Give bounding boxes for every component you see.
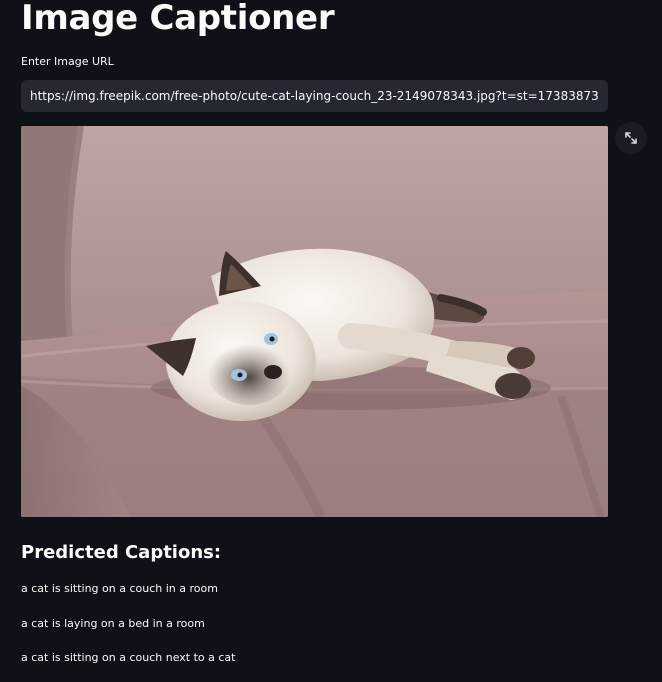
fullscreen-expand-icon	[625, 132, 637, 144]
image-url-input[interactable]	[21, 80, 608, 112]
caption-item: a cat is laying on a bed in a room	[21, 617, 205, 630]
url-field-label: Enter Image URL	[21, 55, 114, 68]
page-title: Image Captioner	[21, 0, 335, 38]
fullscreen-button[interactable]	[615, 122, 647, 154]
caption-item: a cat is sitting on a couch in a room	[21, 582, 218, 595]
cat-photo	[21, 126, 608, 517]
captions-heading: Predicted Captions:	[21, 542, 222, 563]
caption-item: a cat is sitting on a couch next to a ca…	[21, 651, 236, 664]
app-page: Image Captioner Enter Image URL https://…	[0, 0, 662, 682]
